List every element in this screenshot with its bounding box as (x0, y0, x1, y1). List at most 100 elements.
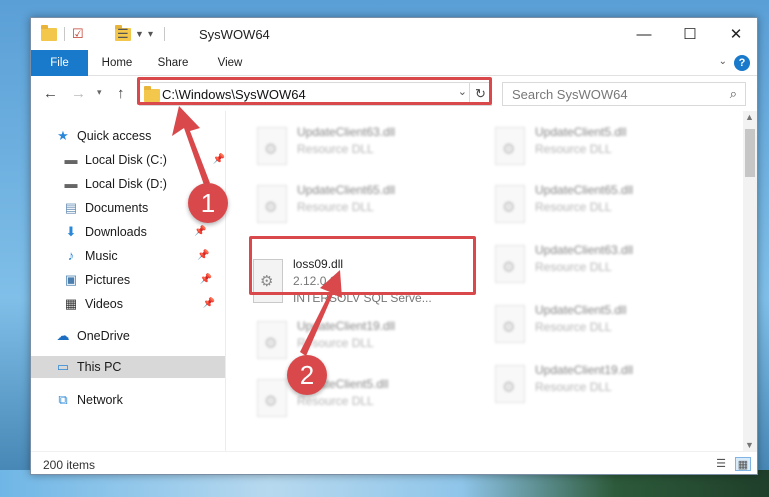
file-type: Resource DLL (297, 336, 374, 350)
scrollbar-thumb[interactable] (745, 129, 755, 177)
customize-toolbar-icon[interactable]: ☰ (117, 25, 129, 43)
file-type: Resource DLL (535, 320, 612, 334)
file-type: Resource DLL (297, 200, 374, 214)
divider (164, 27, 165, 41)
sidebar-item-label: Local Disk (D:) (85, 177, 167, 191)
dll-file-icon (495, 305, 525, 343)
sidebar-item-local-disk-c[interactable]: ▬ Local Disk (C:) 📌 (63, 149, 225, 171)
pin-icon[interactable]: 📌 (197, 245, 209, 267)
search-input[interactable]: Search SysWOW64 (512, 87, 628, 102)
tab-share[interactable]: Share (149, 50, 197, 76)
recent-locations-icon[interactable]: ▾ (97, 87, 102, 98)
divider (64, 27, 65, 41)
file-tile[interactable]: UpdateClient65.dll Resource DLL (489, 181, 719, 231)
close-button[interactable]: ✕ (713, 18, 757, 50)
expand-ribbon-icon[interactable]: ⌄ (719, 56, 727, 67)
window-title: SysWOW64 (199, 27, 270, 42)
minimize-button[interactable]: — (621, 18, 667, 50)
help-icon[interactable]: ? (734, 55, 750, 71)
dll-file-icon (257, 321, 287, 359)
title-bar: ☑ ☰ ▼ ▾ SysWOW64 — ☐ ✕ (31, 18, 757, 50)
callout-2: 2 (287, 355, 327, 395)
file-type: Resource DLL (535, 260, 612, 274)
tab-view[interactable]: View (207, 50, 253, 76)
scroll-down-icon[interactable]: ▼ (745, 440, 754, 450)
sidebar-item-label: This PC (77, 360, 122, 374)
file-type: Resource DLL (297, 394, 374, 408)
sidebar-item-label: OneDrive (77, 329, 130, 343)
computer-icon: ▭ (56, 359, 70, 374)
dll-file-icon (495, 365, 525, 403)
dll-file-icon (495, 127, 525, 165)
sidebar-item-videos[interactable]: ▦ Videos 📌 (63, 293, 215, 315)
pin-icon[interactable]: 📌 (203, 293, 215, 315)
dll-file-icon (495, 185, 525, 223)
file-tile[interactable]: UpdateClient65.dll Resource DLL (251, 181, 481, 231)
dll-file-icon (257, 185, 287, 223)
sidebar-item-quick-access[interactable]: ★ Quick access (55, 125, 151, 147)
dll-file-icon (257, 379, 287, 417)
pin-icon[interactable]: 📌 (194, 221, 206, 243)
cloud-icon: ☁ (56, 328, 70, 343)
sidebar-item-local-disk-d[interactable]: ▬ Local Disk (D:) (63, 173, 167, 195)
file-tile[interactable]: UpdateClient19.dll Resource DLL (489, 361, 719, 411)
quick-access-dropdown-icon[interactable]: ▾ (148, 25, 153, 43)
file-type: Resource DLL (535, 200, 612, 214)
callout-1: 1 (188, 183, 228, 223)
network-icon: ⧉ (58, 392, 68, 407)
file-tile[interactable]: UpdateClient63.dll Resource DLL (489, 241, 719, 291)
ribbon-tabs: File Home Share View ⌄ ? (31, 50, 757, 76)
large-icons-view-icon[interactable]: ▦ (735, 457, 751, 471)
sidebar-item-music[interactable]: ♪ Music 📌 (63, 245, 210, 267)
sidebar-item-network[interactable]: ⧉ Network (55, 389, 123, 411)
tab-file[interactable]: File (31, 50, 88, 76)
file-tile[interactable]: UpdateClient63.dll Resource DLL (251, 123, 481, 173)
maximize-button[interactable]: ☐ (667, 18, 713, 50)
sidebar-item-downloads[interactable]: ⬇ Downloads 📌 (63, 221, 207, 243)
file-tile[interactable]: UpdateClient5.dll Resource DLL (489, 301, 719, 351)
pin-icon[interactable]: 📌 (213, 149, 225, 171)
sidebar-item-label: Quick access (77, 129, 152, 143)
sidebar-item-label: Documents (85, 201, 149, 215)
file-type: Resource DLL (297, 142, 374, 156)
sidebar-item-label: Music (85, 249, 118, 263)
folder-icon (41, 25, 57, 41)
drive-icon: ▬ (64, 152, 78, 167)
dll-file-icon (495, 245, 525, 283)
file-tile[interactable]: UpdateClient5.dll Resource DLL (489, 123, 719, 173)
forward-icon[interactable]: → (71, 85, 86, 102)
chevron-down-icon[interactable]: ▼ (135, 25, 144, 43)
sidebar-item-label: Downloads (85, 225, 147, 239)
file-type: Resource DLL (535, 380, 612, 394)
vertical-scrollbar[interactable]: ▲ ▼ (743, 111, 757, 451)
drive-icon: ▬ (64, 176, 78, 191)
file-name: UpdateClient19.dll (297, 319, 396, 333)
search-box[interactable]: Search SysWOW64 ⌕ (502, 82, 746, 106)
sidebar-item-pictures[interactable]: ▣ Pictures 📌 (63, 269, 212, 291)
tab-home[interactable]: Home (93, 50, 141, 76)
sidebar-item-documents[interactable]: ▤Documents 📌 (63, 197, 202, 219)
dll-file-icon (257, 127, 287, 165)
file-name: UpdateClient65.dll (297, 183, 396, 197)
documents-icon: ▤ (64, 200, 78, 215)
sidebar-item-onedrive[interactable]: ☁ OneDrive (55, 325, 130, 347)
file-type: Resource DLL (535, 142, 612, 156)
download-icon: ⬇ (65, 224, 77, 239)
file-name: UpdateClient5.dll (535, 125, 627, 139)
sidebar-item-label: Pictures (85, 273, 131, 287)
file-tile[interactable]: UpdateClient19.dll Resource DLL (251, 317, 481, 367)
properties-icon[interactable]: ☑ (72, 25, 84, 43)
address-highlight-box (137, 77, 492, 105)
scroll-up-icon[interactable]: ▲ (745, 112, 754, 122)
sidebar-item-this-pc[interactable]: ▭ This PC (31, 356, 225, 378)
back-icon[interactable]: ← (43, 85, 58, 102)
up-icon[interactable]: ↑ (117, 85, 125, 102)
file-tile[interactable]: UpdateClient5.dll Resource DLL (251, 375, 481, 425)
details-view-icon[interactable]: ☰ (713, 457, 729, 471)
pictures-icon: ▣ (64, 272, 78, 287)
pin-icon[interactable]: 📌 (200, 269, 212, 291)
search-icon[interactable]: ⌕ (730, 86, 737, 102)
file-name: UpdateClient5.dll (535, 303, 627, 317)
sidebar-item-label: Network (77, 393, 123, 407)
videos-icon: ▦ (64, 296, 78, 311)
